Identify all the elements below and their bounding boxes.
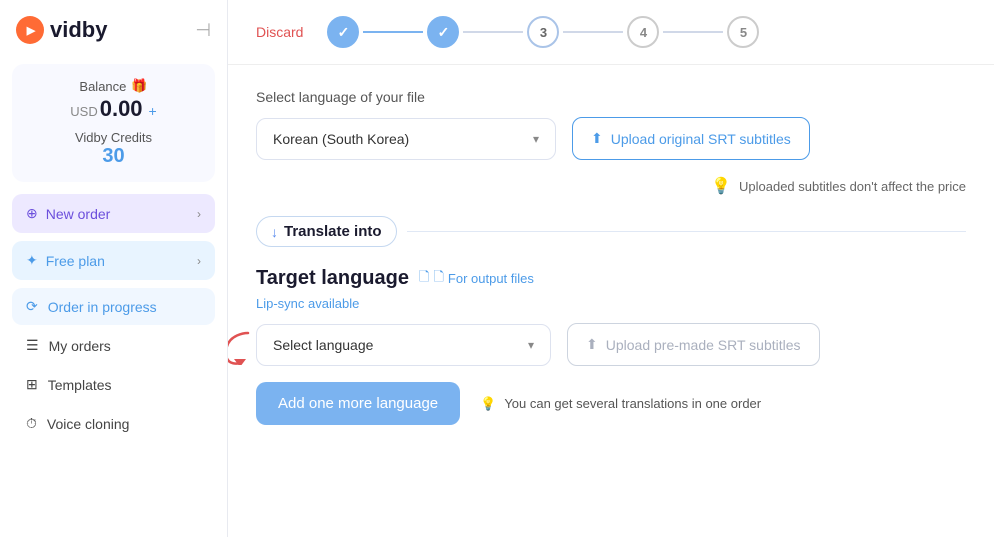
balance-amount-row: USD 0.00 + <box>28 96 199 122</box>
target-language-title: Target language <box>256 267 409 290</box>
translate-into-tag: ↓ Translate into <box>256 216 397 247</box>
step-circle-2: ✓ <box>427 16 459 48</box>
free-plan-icon: ✦ <box>26 252 38 269</box>
upload-hint-text: Uploaded subtitles don't affect the pric… <box>739 179 966 194</box>
discard-button[interactable]: Discard <box>256 24 303 40</box>
free-plan-button[interactable]: ✦ Free plan › <box>12 241 215 280</box>
selected-language-text: Korean (South Korea) <box>273 131 409 147</box>
step-1: ✓ <box>327 16 359 48</box>
chevron-right-icon: › <box>197 207 201 221</box>
credits-value: 30 <box>28 145 199 168</box>
for-output-label: For output files <box>448 271 534 286</box>
bottom-row: Select language ▾ ⬆ Upload pre-made SRT … <box>256 323 966 366</box>
step-line-2 <box>463 31 523 33</box>
step-circle-3: 3 <box>527 16 559 48</box>
logo-wordmark: vidby <box>50 17 107 43</box>
sidebar-item-my-orders[interactable]: ☰ My orders <box>12 327 215 364</box>
step-circle-4: 4 <box>627 16 659 48</box>
step-2: ✓ <box>427 16 459 48</box>
collapse-sidebar-button[interactable]: ⊣ <box>195 20 211 41</box>
add-language-wrapper: Select language ▾ ⬆ Upload pre-made SRT … <box>256 323 820 366</box>
divider-line <box>407 231 966 233</box>
file-icon-2: 🗋 <box>433 268 443 290</box>
chevron-right-icon: › <box>197 254 201 268</box>
order-in-progress-icon: ⟳ <box>26 298 38 315</box>
upload-srt-label: Upload original SRT subtitles <box>611 131 791 147</box>
arrow-down-icon: ↓ <box>271 224 278 240</box>
step-line-4 <box>663 31 723 33</box>
balance-label: Balance 🎁 <box>28 78 199 94</box>
step-line-3 <box>563 31 623 33</box>
bulb-icon: 💡 <box>711 176 731 196</box>
lip-sync-label: Lip-sync available <box>256 296 966 311</box>
file-language-row: Korean (South Korea) ▾ ⬆ Upload original… <box>256 117 966 160</box>
add-one-more-language-button[interactable]: Add one more language <box>256 382 460 425</box>
upload-premade-icon: ⬆ <box>586 336 598 353</box>
step-4: 4 <box>627 16 659 48</box>
for-output-files-tag[interactable]: 🗋 🗋 For output files <box>419 268 534 290</box>
my-orders-icon: ☰ <box>26 337 39 354</box>
step-5: 5 <box>727 16 759 48</box>
chevron-down-icon: ▾ <box>533 132 539 146</box>
upload-premade-label: Upload pre-made SRT subtitles <box>606 337 801 353</box>
hint-text: You can get several translations in one … <box>504 396 761 411</box>
file-language-label: Select language of your file <box>256 89 966 105</box>
sidebar-item-voice-cloning[interactable]: ⏱ Voice cloning <box>12 405 215 442</box>
voice-cloning-icon: ⏱ <box>26 415 37 432</box>
balance-value: 0.00 <box>100 96 143 122</box>
gift-icon: 🎁 <box>131 78 147 94</box>
upload-icon: ⬆ <box>591 130 603 147</box>
several-translations-hint: 💡 You can get several translations in on… <box>480 396 761 412</box>
target-language-header: Target language 🗋 🗋 For output files <box>256 267 966 290</box>
bulb-icon-2: 💡 <box>480 396 496 412</box>
file-icon-1: 🗋 <box>419 268 429 290</box>
upload-srt-button[interactable]: ⬆ Upload original SRT subtitles <box>572 117 810 160</box>
step-line-1 <box>363 31 423 33</box>
credits-label: Vidby Credits <box>28 130 199 145</box>
content-area: Select language of your file Korean (Sou… <box>228 65 994 537</box>
add-balance-button[interactable]: + <box>149 103 157 119</box>
currency-label: USD <box>70 104 97 119</box>
upload-premade-srt-button[interactable]: ⬆ Upload pre-made SRT subtitles <box>567 323 820 366</box>
templates-icon: ⊞ <box>26 376 38 393</box>
chevron-down-icon: ▾ <box>528 338 534 352</box>
main-content: Discard ✓ ✓ 3 4 5 Select language of y <box>228 0 994 537</box>
balance-card: Balance 🎁 USD 0.00 + Vidby Credits 30 <box>12 64 215 182</box>
sidebar: vidby ⊣ Balance 🎁 USD 0.00 + Vidby Credi… <box>0 0 228 537</box>
sidebar-item-label: Order in progress <box>48 299 157 315</box>
red-arrow-icon <box>228 325 254 365</box>
translate-into-section: ↓ Translate into <box>256 216 966 247</box>
step-3: 3 <box>527 16 559 48</box>
add-language-row: Add one more language 💡 You can get seve… <box>256 382 966 425</box>
sidebar-item-order-in-progress[interactable]: ⟳ Order in progress <box>12 288 215 325</box>
logo: vidby <box>16 16 107 44</box>
sidebar-item-templates[interactable]: ⊞ Templates <box>12 366 215 403</box>
new-order-label: New order <box>46 206 111 222</box>
step-circle-5: 5 <box>727 16 759 48</box>
sidebar-item-label: My orders <box>49 338 111 354</box>
new-order-icon: ⊕ <box>26 205 38 222</box>
stepper: ✓ ✓ 3 4 5 <box>327 16 966 48</box>
language-select-dropdown[interactable]: Korean (South Korea) ▾ <box>256 118 556 160</box>
target-language-select[interactable]: Select language ▾ <box>256 324 551 366</box>
logo-area: vidby ⊣ <box>12 16 215 44</box>
sidebar-item-label: Voice cloning <box>47 416 130 432</box>
sidebar-item-label: Templates <box>48 377 112 393</box>
new-order-button[interactable]: ⊕ New order › <box>12 194 215 233</box>
topbar: Discard ✓ ✓ 3 4 5 <box>228 0 994 65</box>
free-plan-label: Free plan <box>46 253 105 269</box>
upload-hint-row: 💡 Uploaded subtitles don't affect the pr… <box>256 176 966 196</box>
translate-into-label: Translate into <box>284 223 382 240</box>
step-circle-1: ✓ <box>327 16 359 48</box>
target-language-placeholder: Select language <box>273 337 373 353</box>
logo-play-icon <box>16 16 44 44</box>
